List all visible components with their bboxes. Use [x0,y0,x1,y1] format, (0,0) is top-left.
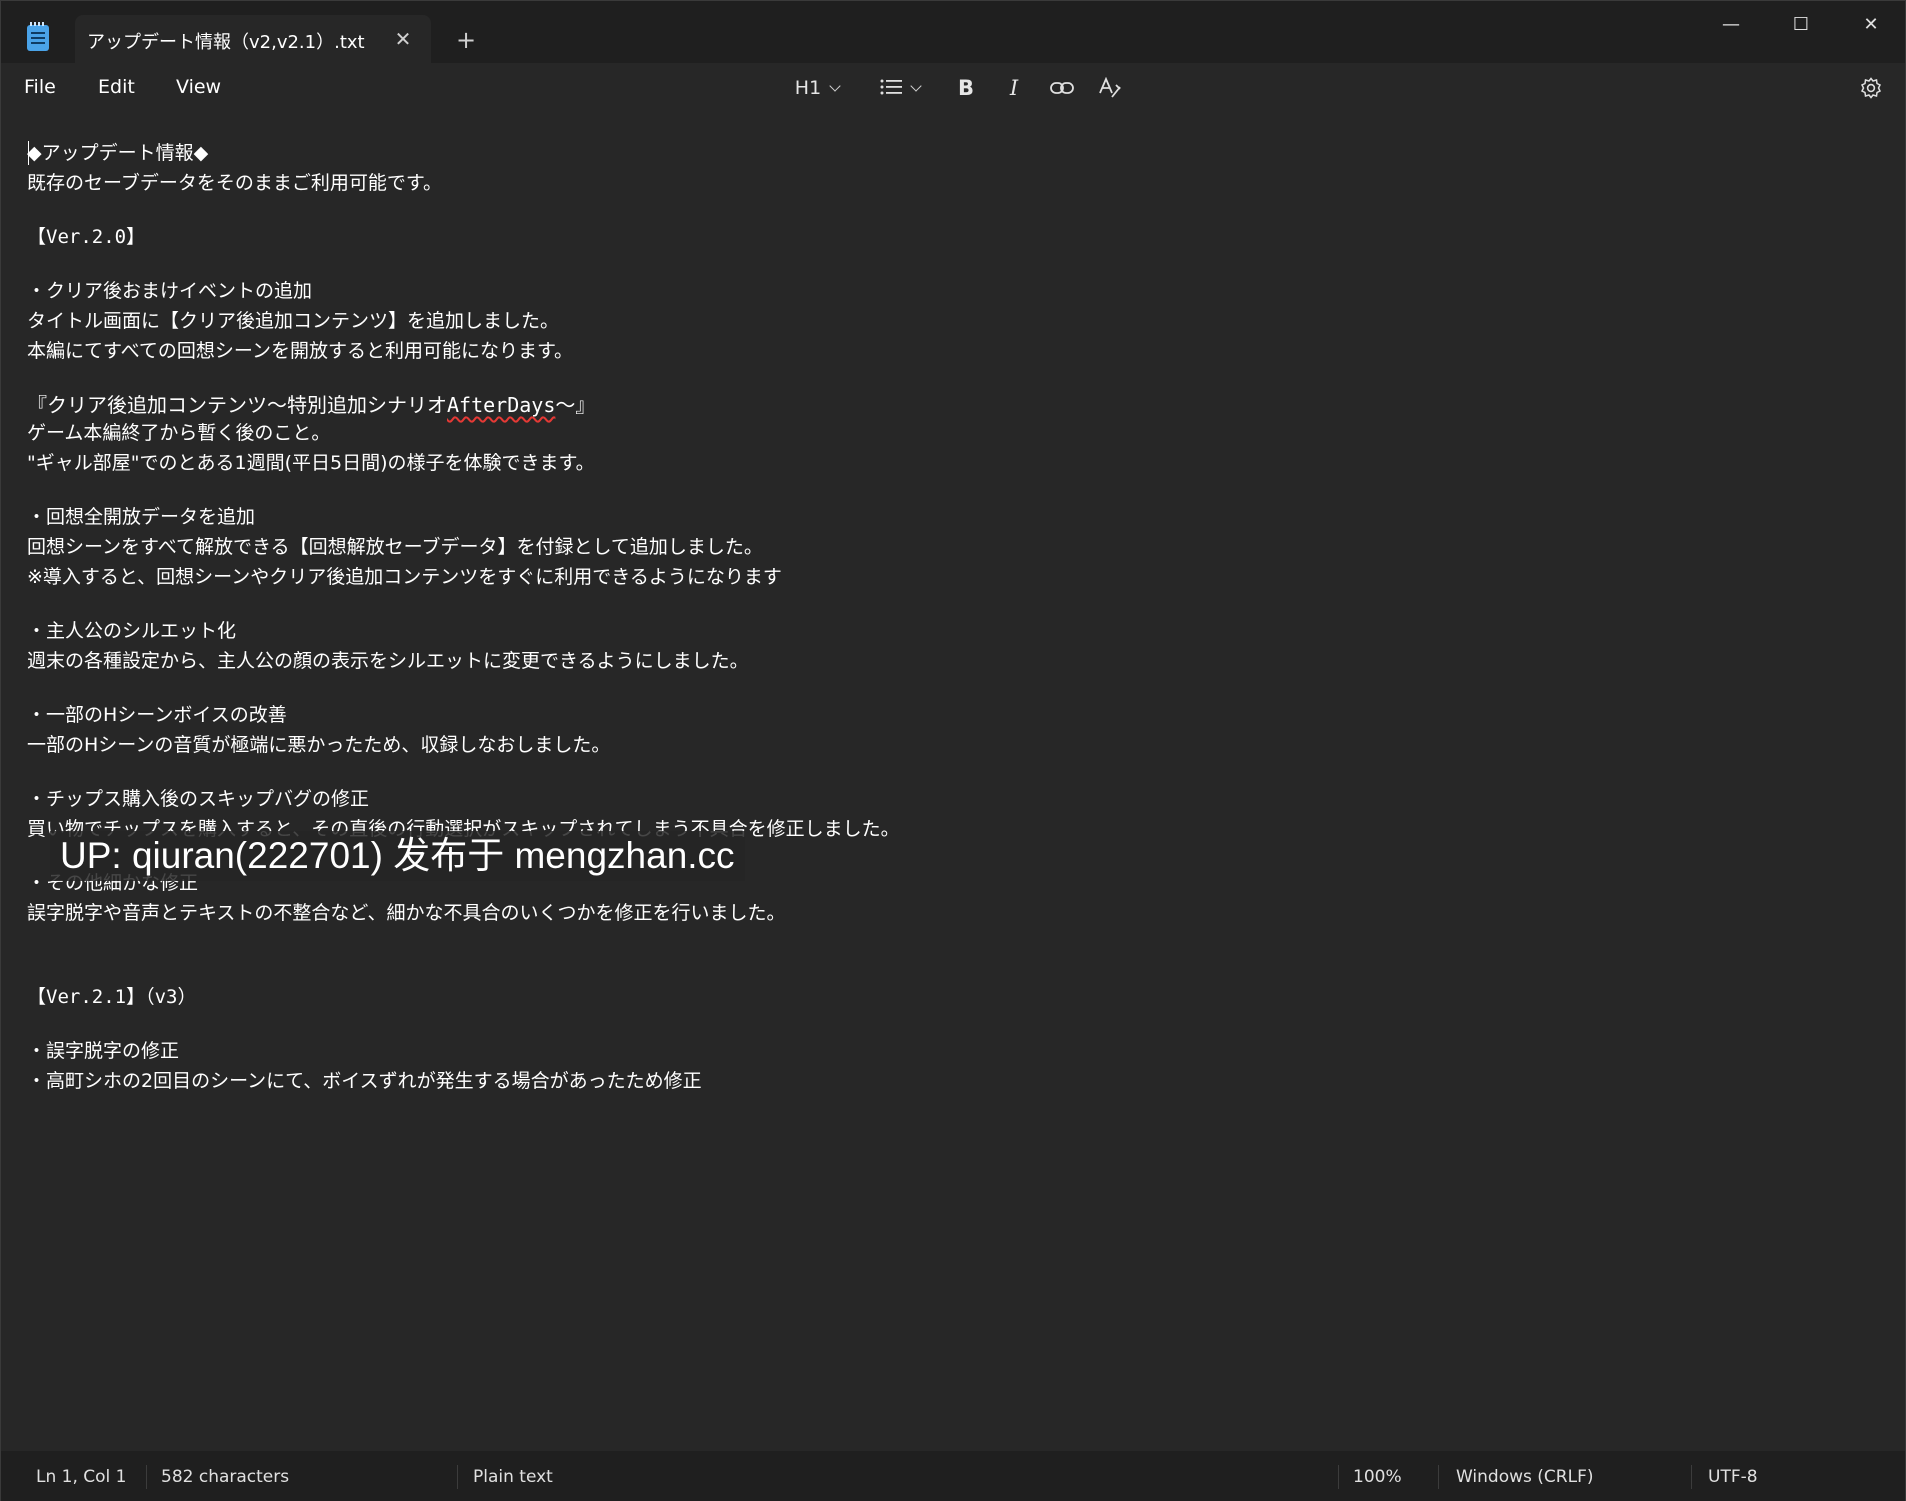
heading-label: H1 [794,77,822,99]
text-line: ・高町シホの2回目のシーンにて、ボイスずれが発生する場合があったため修正 [27,1070,702,1092]
text-line: ・回想全開放データを追加 [27,506,256,528]
text-line: 【Ver.2.0】 [27,226,146,248]
text-line: 既存のセーブデータをそのままご利用可能です。 [27,172,442,194]
tab-title: アップデート情報（v2,v2.1）.txt [87,32,365,53]
zoom-level[interactable]: 100% [1353,1467,1402,1487]
menu-file[interactable]: File [24,76,56,98]
text-line: ・一部のHシーンボイスの改善 [27,704,287,726]
status-divider [1438,1465,1439,1489]
text-line: ・主人公のシルエット化 [27,620,237,642]
text-line: ・誤字脱字の修正 [27,1040,180,1062]
bold-button[interactable]: B [953,75,979,101]
text-line: タイトル画面に【クリア後追加コンテンツ】を追加しました。 [27,310,560,332]
list-dropdown[interactable] [873,75,927,101]
text-line: 回想シーンをすべて解放できる【回想解放セーブデータ】を付録として追加しました。 [27,536,763,558]
title-bar: アップデート情報（v2,v2.1）.txt ✕ + — ☐ ✕ [1,1,1905,63]
text-line: ◆アップデート情報◆ [27,142,209,164]
status-divider [146,1465,147,1489]
text-caret [28,141,29,165]
text-line: ※導入すると、回想シーンやクリア後追加コンテンツをすぐに利用できるようになります [27,566,782,588]
text-line: 【Ver.2.1】（v3） [27,986,197,1008]
text-line: ・チップス購入後のスキップバグの修正 [27,788,370,810]
status-bar: Ln 1, Col 1 582 characters Plain text 10… [1,1451,1905,1501]
minimize-button[interactable]: — [1703,7,1759,43]
clear-formatting-button[interactable] [1097,75,1123,101]
settings-button[interactable] [1857,75,1885,101]
line-ending[interactable]: Windows (CRLF) [1456,1467,1594,1487]
menu-view[interactable]: View [176,76,221,98]
status-divider [1338,1465,1339,1489]
text-line: ・クリア後おまけイベントの追加 [27,280,313,302]
notepad-window: アップデート情報（v2,v2.1）.txt ✕ + — ☐ ✕ File Edi… [0,0,1906,1501]
tab-document[interactable]: アップデート情報（v2,v2.1）.txt ✕ [75,15,431,63]
misspelled-word: AfterDays [447,393,556,417]
text-line: ゲーム本編終了から暫く後のこと。 [27,422,331,444]
scenario-title-end: ～』 [555,393,596,417]
new-tab-button[interactable]: + [451,25,481,55]
maximize-button[interactable]: ☐ [1773,7,1829,43]
character-count: 582 characters [161,1467,290,1487]
text-line: 誤字脱字や音声とテキストの不整合など、細かな不具合のいくつかを修正を行いました。 [27,902,786,924]
clear-formatting-icon [1099,76,1121,98]
text-line: "ギャル部屋"でのとある1週間(平日5日間)の様子を体験できます。 [27,452,595,474]
menu-bar: File Edit View H1 B I [1,63,1905,113]
text-line: 一部のHシーンの音質が極端に悪かったため、収録しなおしました。 [27,734,611,756]
text-line: 本編にてすべての回想シーンを開放すると利用可能になります。 [27,340,574,362]
heading-dropdown[interactable]: H1 [789,75,845,101]
text-editor[interactable]: ◆アップデート情報◆ 既存のセーブデータをそのままご利用可能です。 【Ver.2… [1,113,1905,1451]
close-tab-icon[interactable]: ✕ [389,25,417,53]
link-button[interactable] [1049,75,1075,101]
status-divider [1691,1465,1692,1489]
list-icon [880,79,902,95]
text-line-scenario: 『クリア後追加コンテンツ～特別追加シナリオAfterDays～』 [27,393,595,417]
close-window-button[interactable]: ✕ [1843,7,1899,43]
chevron-down-icon [829,80,841,92]
text-line: 週末の各種設定から、主人公の顔の表示をシルエットに変更できるようにしました。 [27,650,749,672]
scenario-title-text: 『クリア後追加コンテンツ～特別追加シナリオ [27,393,447,417]
italic-button[interactable]: I [1001,75,1027,101]
link-icon [1050,82,1074,94]
menu-edit[interactable]: Edit [98,76,135,98]
notepad-app-icon [27,22,49,51]
status-divider [457,1465,458,1489]
cursor-position[interactable]: Ln 1, Col 1 [36,1467,127,1487]
gear-icon [1860,77,1882,99]
encoding[interactable]: UTF-8 [1708,1467,1758,1487]
watermark-overlay: UP: qiuran(222701) 发布于 mengzhan.cc [50,831,745,881]
chevron-down-icon [910,80,922,92]
format-indicator[interactable]: Plain text [473,1467,553,1487]
